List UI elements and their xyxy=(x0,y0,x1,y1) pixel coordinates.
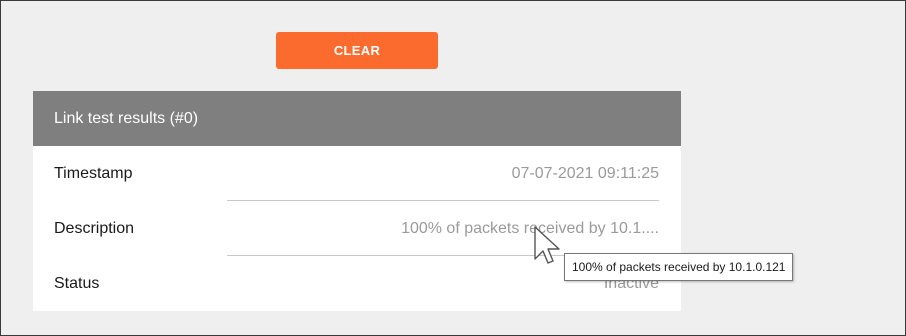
description-row: Description 100% of packets received by … xyxy=(33,201,681,256)
timestamp-value: 07-07-2021 09:11:25 xyxy=(511,164,659,182)
arrow-pointer-icon xyxy=(534,226,560,264)
description-label: Description xyxy=(54,219,135,237)
card-title: Link test results (#0) xyxy=(33,91,681,146)
description-tooltip: 100% of packets received by 10.1.0.121 xyxy=(564,253,794,281)
description-value[interactable]: 100% of packets received by 10.1.... xyxy=(401,220,659,238)
status-label: Status xyxy=(54,274,100,292)
timestamp-row: Timestamp 07-07-2021 09:11:25 xyxy=(33,146,681,201)
timestamp-label: Timestamp xyxy=(54,164,133,182)
app-window: CLEAR Link test results (#0) Timestamp 0… xyxy=(0,0,906,336)
clear-button[interactable]: CLEAR xyxy=(276,32,438,69)
